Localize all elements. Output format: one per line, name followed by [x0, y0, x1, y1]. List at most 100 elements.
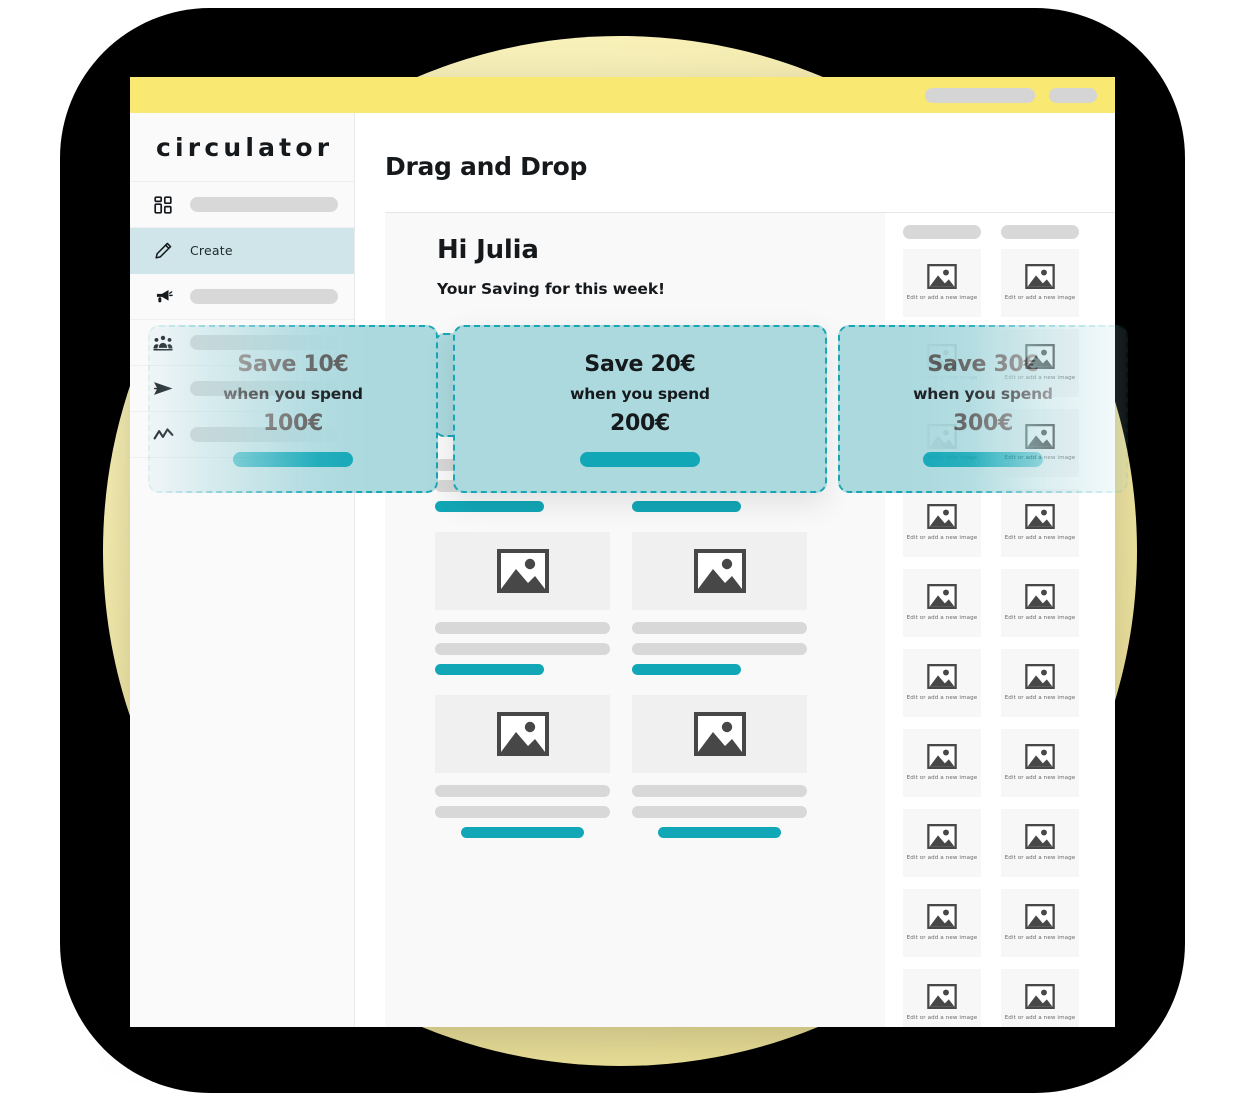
greeting-subheading: Your Saving for this week!: [437, 279, 666, 298]
text-placeholder-line: [632, 621, 807, 634]
cta-placeholder[interactable]: [632, 500, 741, 512]
asset-thumbnail[interactable]: Edit or add a new image: [1001, 968, 1079, 1027]
asset-thumbnail-caption: Edit or add a new image: [906, 855, 978, 861]
page-title: Drag and Drop: [385, 151, 588, 181]
text-placeholder-line: [632, 784, 807, 797]
cta-placeholder[interactable]: [632, 663, 741, 675]
asset-thumbnail-caption: Edit or add a new image: [906, 535, 978, 541]
asset-panel-header: [903, 224, 1097, 239]
asset-thumbnail-caption: Edit or add a new image: [906, 935, 978, 941]
asset-thumbnail-caption: Edit or add a new image: [906, 295, 978, 301]
canvas-block[interactable]: [435, 681, 610, 838]
image-icon: [927, 504, 957, 529]
canvas-block[interactable]: [632, 518, 807, 675]
asset-thumbnail[interactable]: Edit or add a new image: [903, 488, 981, 557]
image-icon: [927, 744, 957, 769]
asset-thumbnail[interactable]: Edit or add a new image: [1001, 888, 1079, 957]
brand-logo[interactable]: circulator: [130, 113, 354, 182]
drag-card-save-20[interactable]: Save 20€ when you spend 200€: [453, 325, 827, 493]
cta-placeholder[interactable]: [435, 500, 544, 512]
asset-thumbnail[interactable]: Edit or add a new image: [903, 728, 981, 797]
drag-card-when-label: when you spend: [223, 384, 363, 403]
image-icon: [927, 264, 957, 289]
image-icon: [1025, 504, 1055, 529]
asset-thumbnail-caption: Edit or add a new image: [1004, 295, 1076, 301]
image-icon: [1025, 584, 1055, 609]
asset-thumbnail[interactable]: Edit or add a new image: [1001, 568, 1079, 637]
asset-thumbnail-caption: Edit or add a new image: [1004, 695, 1076, 701]
sidebar-item-dashboard[interactable]: [130, 182, 354, 228]
asset-thumbnail-caption: Edit or add a new image: [906, 775, 978, 781]
cta-placeholder[interactable]: [435, 663, 544, 675]
image-placeholder[interactable]: [435, 694, 610, 773]
drag-card-amount-label: 300€: [952, 410, 1014, 436]
image-icon: [1025, 744, 1055, 769]
topbar-placeholder-narrow[interactable]: [1049, 87, 1097, 103]
main-content: Drag and Drop Hi Julia Your Saving for t…: [355, 113, 1115, 1027]
image-icon: [693, 548, 746, 593]
window-body: circulator Create Drag and Drop Hi Julia…: [130, 113, 1115, 1027]
canvas-rows: [385, 458, 885, 838]
topbar-placeholder-wide[interactable]: [925, 87, 1035, 103]
asset-thumbnail[interactable]: Edit or add a new image: [1001, 488, 1079, 557]
sidebar: circulator Create: [130, 113, 355, 1027]
image-icon: [1025, 904, 1055, 929]
image-icon: [927, 824, 957, 849]
asset-thumbnail[interactable]: Edit or add a new image: [903, 568, 981, 637]
drag-card-save-10[interactable]: Save 10€ when you spend 100€: [148, 325, 438, 493]
asset-thumbnail[interactable]: Edit or add a new image: [1001, 728, 1079, 797]
cta-placeholder[interactable]: [461, 826, 584, 838]
pencil-icon: [152, 240, 174, 262]
text-placeholder-line: [632, 805, 807, 818]
image-icon: [927, 584, 957, 609]
asset-thumbnail[interactable]: Edit or add a new image: [903, 808, 981, 877]
drag-card-save-30[interactable]: Save 30€ when you spend 300€: [838, 325, 1128, 493]
asset-header-placeholder[interactable]: [903, 224, 981, 239]
image-placeholder[interactable]: [632, 531, 807, 610]
asset-thumbnail[interactable]: Edit or add a new image: [1001, 248, 1079, 317]
drag-card-cta-button[interactable]: [233, 451, 353, 467]
asset-thumbnail-caption: Edit or add a new image: [1004, 1015, 1076, 1021]
image-icon: [496, 548, 549, 593]
browser-topbar: [130, 77, 1115, 113]
image-icon: [496, 711, 549, 756]
drag-card-when-label: when you spend: [570, 384, 710, 403]
canvas-block[interactable]: [435, 518, 610, 675]
greeting-heading: Hi Julia: [437, 234, 539, 265]
asset-thumbnail[interactable]: Edit or add a new image: [903, 968, 981, 1027]
asset-thumbnail-caption: Edit or add a new image: [1004, 935, 1076, 941]
image-icon: [1025, 984, 1055, 1009]
image-icon: [927, 904, 957, 929]
asset-thumbnail-caption: Edit or add a new image: [1004, 775, 1076, 781]
image-placeholder[interactable]: [632, 694, 807, 773]
asset-header-placeholder[interactable]: [1001, 224, 1079, 239]
asset-thumbnail[interactable]: Edit or add a new image: [1001, 648, 1079, 717]
canvas-row-image-2: [435, 681, 885, 838]
sidebar-item-campaigns[interactable]: [130, 274, 354, 320]
asset-thumbnail[interactable]: Edit or add a new image: [903, 248, 981, 317]
text-placeholder-line: [435, 642, 610, 655]
sidebar-item-create[interactable]: Create: [130, 228, 354, 274]
image-placeholder[interactable]: [435, 531, 610, 610]
canvas-row-image-1: [435, 518, 885, 675]
drag-card-save-label: Save 30€: [927, 351, 1039, 377]
dashboard-grid-icon: [152, 194, 174, 216]
sidebar-item-dashboard-placeholder: [190, 197, 338, 212]
image-icon: [693, 711, 746, 756]
text-placeholder-line: [435, 784, 610, 797]
drag-card-save-label: Save 20€: [584, 351, 696, 377]
asset-thumbnail-caption: Edit or add a new image: [1004, 855, 1076, 861]
cta-placeholder[interactable]: [658, 826, 781, 838]
canvas-block[interactable]: [632, 681, 807, 838]
drag-card-amount-label: 200€: [609, 410, 671, 436]
greeting-block: Hi Julia Your Saving for this week!: [385, 213, 885, 298]
asset-thumbnail[interactable]: Edit or add a new image: [903, 648, 981, 717]
asset-thumbnail[interactable]: Edit or add a new image: [903, 888, 981, 957]
drag-card-cta-button[interactable]: [580, 451, 700, 467]
drag-card-save-label: Save 10€: [237, 351, 349, 377]
asset-thumbnail-caption: Edit or add a new image: [906, 695, 978, 701]
asset-thumbnail-caption: Edit or add a new image: [1004, 615, 1076, 621]
asset-thumbnail[interactable]: Edit or add a new image: [1001, 808, 1079, 877]
drag-card-amount-label: 100€: [262, 410, 324, 436]
drag-card-cta-button[interactable]: [923, 451, 1043, 467]
